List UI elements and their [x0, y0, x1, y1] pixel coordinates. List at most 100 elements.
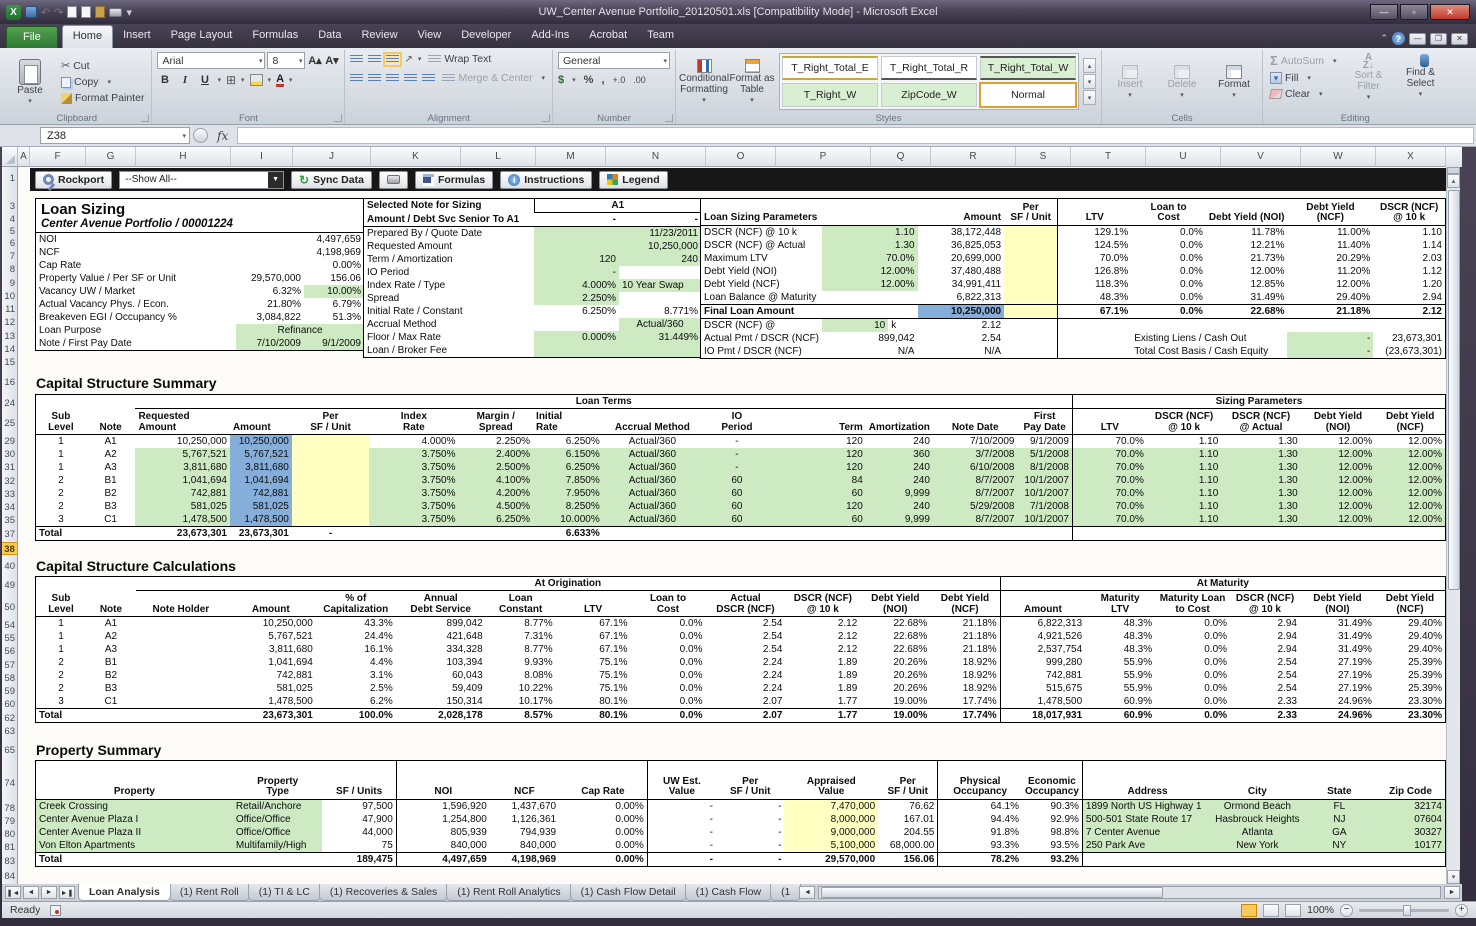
cell[interactable]: 2.54	[705, 630, 785, 643]
cell[interactable]: IO Pmt / DSCR (NCF)	[701, 345, 822, 358]
row-header-57[interactable]: 57	[4, 659, 15, 672]
sheet-tab--1-recoveries-sales[interactable]: (1) Recoveries & Sales	[318, 884, 449, 901]
cell[interactable]: 0.00%	[559, 851, 648, 866]
cell[interactable]: 1899 North US Highway 1	[1081, 799, 1213, 813]
cell[interactable]: 23.30%	[1374, 708, 1445, 722]
cell[interactable]: Amount	[229, 408, 292, 435]
cell[interactable]: Per SF / Unit	[715, 761, 785, 800]
cell[interactable]: 581,025	[229, 500, 292, 513]
page-layout-view-icon[interactable]	[1263, 903, 1280, 917]
cell[interactable]: Actual/360	[603, 435, 702, 449]
cell[interactable]: 10.00%	[304, 285, 364, 298]
minimize-button[interactable]: —	[1370, 4, 1398, 20]
name-box-split[interactable]	[193, 128, 208, 143]
cell[interactable]: 30327	[1376, 825, 1445, 839]
cell[interactable]: 5,767,521	[229, 448, 292, 461]
cell[interactable]	[602, 526, 703, 540]
cell[interactable]	[291, 487, 370, 500]
cell[interactable]: 70.0%	[822, 251, 918, 265]
cell[interactable]: 67.1%	[556, 617, 631, 631]
cell[interactable]: 0.0%	[631, 656, 706, 669]
save-icon[interactable]	[25, 6, 37, 18]
new-document-icon[interactable]	[67, 6, 78, 18]
zoom-out-icon[interactable]: −	[1340, 903, 1353, 917]
cell[interactable]: 2.12	[918, 318, 1005, 332]
cell[interactable]: 0.00%	[304, 259, 364, 272]
cell[interactable]: 124.5%	[1057, 238, 1132, 252]
cell[interactable]: 55.9%	[1085, 669, 1155, 682]
cell[interactable]	[1302, 851, 1377, 866]
row-header-33[interactable]: 33	[4, 488, 15, 501]
cell[interactable]: 24.4%	[316, 630, 396, 643]
cell[interactable]	[136, 669, 226, 682]
sheet-tab--1-rent-roll[interactable]: (1) Rent Roll	[168, 884, 250, 901]
row-header-40[interactable]: 40	[4, 560, 15, 573]
cell[interactable]: DSCR (NCF) @ 10 k	[1373, 199, 1445, 226]
cell[interactable]: Vacancy UW / Market	[36, 285, 236, 298]
cell[interactable]: 48.3%	[1057, 290, 1132, 304]
cell[interactable]: 21.18%	[1287, 303, 1374, 319]
cell[interactable]: 7 Center Avenue	[1081, 825, 1213, 839]
cell[interactable]: Actual/360	[619, 318, 701, 331]
cell[interactable]: 76.62	[878, 799, 938, 813]
tab-view[interactable]: View	[408, 25, 452, 48]
cell[interactable]: LTV	[1071, 408, 1147, 435]
cell[interactable]: 70.0%	[1071, 448, 1147, 461]
cell[interactable]: 7.950%	[533, 487, 603, 500]
cell[interactable]: 97,500	[322, 799, 396, 813]
cell[interactable]: Per SF / Unit	[291, 408, 370, 435]
comma-style-icon[interactable]: ,	[601, 74, 604, 86]
cell[interactable]: Accrual Method	[364, 318, 534, 331]
cell[interactable]: 1.14	[1373, 239, 1445, 252]
cell[interactable]: Debt Yield (NOI)	[1299, 590, 1375, 617]
cell[interactable]	[1057, 331, 1132, 345]
column-header-Q[interactable]: Q	[871, 147, 931, 167]
increase-indent-icon[interactable]	[422, 73, 436, 83]
cell[interactable]: 9/1/2009	[1017, 435, 1072, 449]
row-header-35[interactable]: 35	[4, 514, 15, 527]
cell[interactable]: 840,000	[490, 839, 559, 853]
cell[interactable]: 0.0%	[1131, 225, 1206, 239]
cell[interactable]: 80.1%	[555, 708, 631, 722]
bold-button[interactable]: B	[157, 74, 172, 86]
cell[interactable]: 21.18%	[930, 617, 1000, 631]
cell[interactable]: 10,250,000	[229, 434, 292, 448]
cell[interactable]: 7/10/2009	[933, 435, 1018, 449]
cell[interactable]: Refinance	[236, 324, 364, 337]
cell[interactable]: 5/29/2008	[932, 500, 1018, 513]
cell[interactable]: Index Rate	[369, 408, 459, 435]
cell[interactable]: 10,250,000	[917, 303, 1005, 319]
cell[interactable]: Note / First Pay Date	[36, 337, 236, 350]
cell[interactable]: 120	[534, 253, 619, 266]
style-item-T_Right_Total_W[interactable]: T_Right_Total_W	[980, 56, 1077, 80]
cell[interactable]: 0.000%	[534, 331, 619, 344]
cell[interactable]: 1,478,500	[999, 695, 1086, 709]
cell[interactable]: 9,999	[865, 487, 933, 500]
cell[interactable]: 0.0%	[1155, 669, 1230, 682]
cell[interactable]: 0.0%	[631, 669, 706, 682]
cell[interactable]: A2	[86, 448, 136, 461]
italic-button[interactable]: I	[177, 74, 192, 86]
cell[interactable]: 12.00%	[1300, 448, 1376, 461]
shrink-font-button[interactable]: A▾	[324, 54, 339, 67]
cell[interactable]: 3.750%	[369, 474, 459, 487]
tab-scroll-right-icon[interactable]: ►	[1444, 886, 1460, 899]
cell[interactable]: -	[715, 851, 785, 866]
cell[interactable]: 1.89	[785, 669, 860, 682]
macro-record-icon[interactable]	[50, 904, 62, 916]
cell[interactable]: Ormond Beach	[1212, 799, 1303, 813]
cell[interactable]	[1004, 251, 1058, 265]
font-dialog-launcher[interactable]	[334, 114, 343, 122]
cell[interactable]	[534, 318, 619, 331]
cell[interactable]	[822, 291, 918, 305]
cell[interactable]: 44,000	[322, 826, 396, 839]
cell[interactable]: 2.12	[1373, 303, 1445, 319]
cell[interactable]	[619, 344, 701, 357]
cell[interactable]	[232, 851, 323, 866]
cell[interactable]: Sub Level	[36, 408, 86, 435]
cell[interactable]: -	[702, 461, 772, 474]
cell[interactable]: 8,000,000	[784, 812, 879, 826]
cell[interactable]: 3,811,680	[135, 461, 230, 474]
clear-button[interactable]: Clear ▾	[1268, 87, 1338, 101]
row-header-50[interactable]: 50	[4, 601, 15, 614]
